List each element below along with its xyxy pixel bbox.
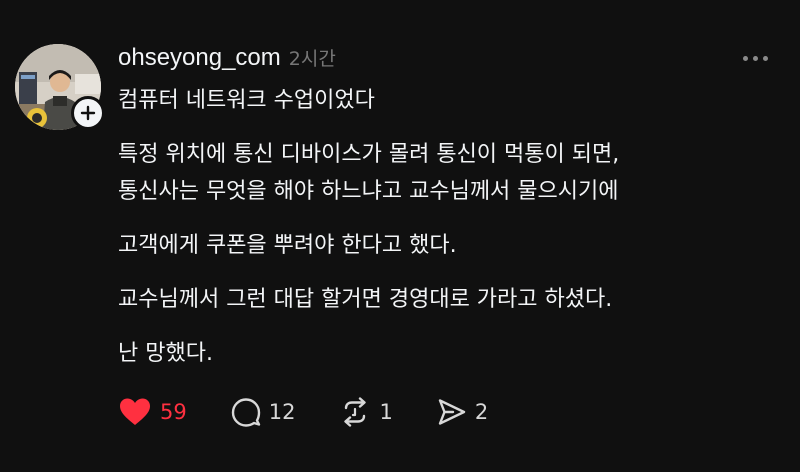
like-count: 59 [160, 400, 187, 424]
comment-icon [231, 398, 260, 427]
post-line: 컴퓨터 네트워크 수업이었다 [118, 88, 375, 113]
like-button[interactable]: 59 [118, 397, 187, 427]
heart-icon [120, 398, 150, 425]
comment-button[interactable]: 12 [231, 397, 296, 427]
post-body: 컴퓨터 네트워크 수업이었다 특정 위치에 통신 디바이스가 몰려 통신이 먹통… [118, 82, 758, 372]
follow-plus-icon [80, 105, 96, 121]
avatar-container [15, 44, 105, 130]
comment-count: 12 [268, 400, 296, 424]
post-timestamp: 2시간 [288, 48, 336, 70]
repost-button[interactable]: 1 [339, 397, 393, 427]
post-line: 고객에게 쿠폰을 뿌려야 한다고 했다. [118, 233, 457, 258]
thread-post: ohseyong_com 2시간 컴퓨터 네트워크 수업이었다 특정 위치에 통… [0, 0, 800, 472]
share-button[interactable]: 2 [437, 397, 488, 427]
follow-button[interactable] [71, 96, 105, 130]
post-header: ohseyong_com 2시간 [118, 44, 336, 76]
share-icon [438, 399, 466, 425]
action-bar: 59 12 1 2 [118, 392, 532, 432]
post-line: 교수님께서 그런 대답 할거면 경영대로 가라고 하셨다. [118, 287, 613, 312]
more-icon[interactable] [743, 56, 768, 61]
post-line: 난 망했다. [118, 341, 213, 366]
username-link[interactable]: ohseyong_com [118, 44, 281, 72]
post-line: 특정 위치에 통신 디바이스가 몰려 통신이 먹통이 되면, [118, 142, 620, 167]
share-count: 2 [474, 400, 489, 424]
repost-count: 1 [379, 400, 393, 424]
repost-icon [344, 397, 367, 427]
post-line: 통신사는 무엇을 해야 하느냐고 교수님께서 물으시기에 [118, 179, 619, 204]
